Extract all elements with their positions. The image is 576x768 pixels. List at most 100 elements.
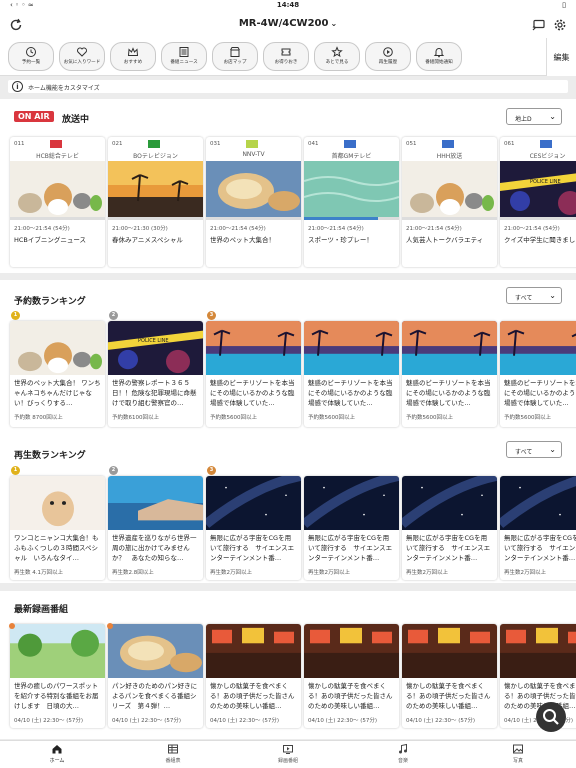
quick-button-5[interactable]: お店マップ [212, 42, 258, 71]
reserve-filter-dropdown[interactable]: すべて ⌄ [506, 287, 562, 304]
reserve-ranking-title: 予約数ランキング [14, 297, 86, 307]
quick-button-label: 番組開始通知 [425, 60, 453, 65]
program-time: 21:00～21:30 (30分) [112, 226, 168, 232]
dropdown-value: すべて [515, 449, 533, 456]
channel-number: 021 [112, 141, 123, 147]
ranking-card[interactable]: 無限に広がる宇宙をCGを用いて旅行する サイエンスエンターテインメント番… 再生数… [304, 476, 399, 580]
channel-row: 021 [108, 137, 203, 151]
progress-bar [304, 217, 399, 220]
quick-button-3[interactable]: おすすめ [110, 42, 156, 71]
recording-card[interactable]: パン好きのためのパン好きによるパンを食べまくる番組シリーズ 第４弾！… 04/10… [108, 624, 203, 728]
program-count: 再生数2万回以上 [210, 570, 252, 576]
status-bar: ‹ ◦ ◦ ≈ 14:48 ▯ [0, 0, 576, 12]
ranking-card[interactable]: 世界遺産を巡りながら世界一周の旅に出かけてみませんか？ あなたの知らな… 再生数2… [108, 476, 203, 580]
svg-text:POLICE LINE: POLICE LINE [530, 179, 561, 185]
program-thumbnail [304, 161, 399, 217]
broadcast-type-dropdown[interactable]: 地上D ⌄ [506, 108, 562, 125]
program-thumbnail [304, 321, 399, 375]
ranking-card[interactable]: 無限に広がる宇宙をCGを用いて旅行する サイエンスエンターテインメント番… 再生数… [402, 476, 497, 580]
program-time: 21:00～21:54 (54分) [504, 226, 560, 232]
program-thumbnail: POLICE LINE [108, 321, 203, 375]
customize-home-banner[interactable]: i ホーム機能をカスタマイズ [8, 80, 568, 93]
nav-item-photo[interactable]: 写真 [488, 743, 548, 764]
play-filter-dropdown[interactable]: すべて ⌄ [506, 441, 562, 458]
program-title: ワンコとニャンコ大集合！もふもふくつしの３時間スペシャル いろんなタイ… [14, 534, 99, 562]
search-fab[interactable] [536, 702, 566, 732]
ranking-card[interactable]: 無限に広がる宇宙をCGを用いて旅行する サイエンスエンターテインメント番… 再生数… [206, 476, 301, 580]
quick-button-4[interactable]: 番組ニュース [161, 42, 207, 71]
channel-row: 031 [206, 137, 301, 151]
news-icon [179, 47, 189, 57]
on-air-card[interactable]: 051 HHH放送 21:00～21:54 (54分) 人気芸人トークバラエティ [402, 137, 497, 267]
quick-button-label: お得りおき [274, 60, 298, 65]
program-count: 再生数2万回以上 [406, 570, 448, 576]
program-thumbnail [206, 161, 301, 217]
home-screen: ‹ ◦ ◦ ≈ 14:48 ▯ MR-4W/4CW200 ⌄ 予約一覧 お気に入りワ… [0, 0, 576, 768]
edit-button[interactable]: 編集 [546, 38, 576, 76]
info-icon: i [12, 81, 23, 92]
ranking-card[interactable]: ワンコとニャンコ大集合！もふもふくつしの３時間スペシャル いろんなタイ… 再生数 … [10, 476, 105, 580]
quick-button-7[interactable]: あとで見る [314, 42, 360, 71]
channel-number: 031 [210, 141, 221, 147]
program-count: 再生数 4.1万回以上 [14, 570, 63, 576]
program-count: 予約数 8700回以上 [14, 415, 63, 421]
photo-icon [513, 744, 523, 754]
quick-button-1[interactable]: 予約一覧 [8, 42, 54, 71]
quick-button-6[interactable]: お得りおき [263, 42, 309, 71]
ranking-card[interactable]: 魅惑のビーチリゾートを本当にその場にいるかのような臨場感で体験していた… 予約数5… [206, 321, 301, 427]
on-air-card[interactable]: 011 HCB総合テレビ 21:00～21:54 (54分) HCBイブニングニュース [10, 137, 105, 267]
program-count: 再生数2万回以上 [504, 570, 546, 576]
recording-card[interactable]: 懐かしの駄菓子を食べまくる！あの頃子供だった皆さんのための美味しい番組… 04/1… [206, 624, 301, 728]
ranking-card[interactable]: 無限に広がる宇宙をCGを用いて旅行する サイエンスエンターテインメント番… 再生数… [500, 476, 576, 580]
program-title: 世界の警察レポート３６５日！！危険な犯罪現場に命懸けで取り組む警察官の… [112, 379, 197, 407]
chevron-down-icon: ⌄ [549, 291, 556, 300]
on-air-card[interactable]: 031 NNV-TV 21:00～21:54 (54分) 世界のペット大集合！ [206, 137, 301, 267]
search-icon [543, 709, 559, 725]
nav-label: 音楽 [397, 758, 408, 764]
ranking-card[interactable]: 世界のペット大集合！ ワンちゃんネコちゃんだけじゃない！びっくりする… 予約数 8… [10, 321, 105, 427]
quick-button-label: あとで見る [325, 60, 349, 65]
dropdown-value: すべて [515, 295, 533, 302]
gear-icon[interactable] [553, 18, 567, 32]
quick-button-label: お気に入りワード [63, 60, 101, 65]
program-title: パン好きのためのパン好きによるパンを食べまくる番組シリーズ 第４弾！… [112, 682, 198, 710]
nav-label: ホーム [49, 758, 65, 764]
program-title: 魅惑のビーチリゾートを本当にその場にいるかのような臨場感で体験していた… [504, 379, 576, 407]
program-thumbnail [304, 624, 399, 678]
ranking-card[interactable]: 魅惑のビーチリゾートを本当にその場にいるかのような臨場感で体験していた… 予約数5… [500, 321, 576, 427]
recording-card[interactable]: 世界の癒しのパワースポットを紹介する特別な番組をお届けします 日頃の大… 04/1… [10, 624, 105, 728]
nav-item-music[interactable]: 音楽 [373, 743, 433, 764]
battery-icon: ▯ [562, 1, 566, 9]
recording-card[interactable]: 懐かしの駄菓子を食べまくる！あの頃子供だった皆さんのための美味しい番組… 04/1… [402, 624, 497, 728]
recording-datetime: 04/10 (土) 22:30～ (57分) [308, 718, 378, 724]
ranking-card[interactable]: 魅惑のビーチリゾートを本当にその場にいるかのような臨場感で体験していた… 予約数5… [402, 321, 497, 427]
on-air-card[interactable]: 041 首都GMテレビ 21:00～21:54 (54分) スポーツ・珍プレー！ [304, 137, 399, 267]
channel-row: 011 [10, 137, 105, 151]
program-title: 懐かしの駄菓子を食べまくる！あの頃子供だった皆さんのための美味しい番組… [406, 682, 491, 710]
nav-item-home[interactable]: ホーム [27, 743, 87, 764]
on-air-card[interactable]: 061 CESビジョン POLICE LINE 21:00～21:54 (54分) クイ… [500, 137, 576, 267]
device-selector[interactable]: MR-4W/4CW200 ⌄ [0, 18, 576, 29]
recording-card[interactable]: 懐かしの駄菓子を食べまくる！あの頃子供だった皆さんのための美味しい番組… 04/1… [304, 624, 399, 728]
program-time: 21:00～21:54 (54分) [210, 226, 266, 232]
program-thumbnail [500, 476, 576, 530]
program-count: 予約数5600回以上 [406, 415, 453, 421]
quick-button-label: 予約一覧 [21, 60, 41, 65]
recording-datetime: 04/10 (土) 22:30～ (57分) [112, 718, 182, 724]
ranking-card[interactable]: 魅惑のビーチリゾートを本当にその場にいるかのような臨場感で体験していた… 予約数5… [304, 321, 399, 427]
quick-button-2[interactable]: お気に入りワード [59, 42, 105, 71]
progress-bar [402, 217, 497, 220]
quick-button-label: おすすめ [123, 60, 143, 65]
program-count: 再生数2.8回以上 [112, 570, 154, 576]
quick-button-8[interactable]: 再生履歴 [365, 42, 411, 71]
nav-item-tv-guide[interactable]: 番組表 [143, 743, 203, 764]
quick-button-9[interactable]: 番組開始通知 [416, 42, 462, 71]
nav-item-recorded[interactable]: 録画番組 [258, 743, 318, 764]
on-air-card[interactable]: 021 BOテレビジョン 21:00～21:30 (30分) 春休みアニメスペシャル [108, 137, 203, 267]
cast-icon[interactable] [532, 18, 546, 32]
ranking-card[interactable]: POLICE LINE 世界の警察レポート３６５日！！危険な犯罪現場に命懸けで取り… [108, 321, 203, 427]
dropdown-value: 地上D [515, 116, 532, 123]
latest-recordings-section: 最新録画番組 世界の癒しのパワースポットを紹介する特別な番組をお届けします 日頃… [0, 591, 576, 739]
program-title: 魅惑のビーチリゾートを本当にその場にいるかのような臨場感で体験していた… [406, 379, 491, 407]
program-title: 無限に広がる宇宙をCGを用いて旅行する サイエンスエンターテインメント番… [406, 534, 491, 562]
